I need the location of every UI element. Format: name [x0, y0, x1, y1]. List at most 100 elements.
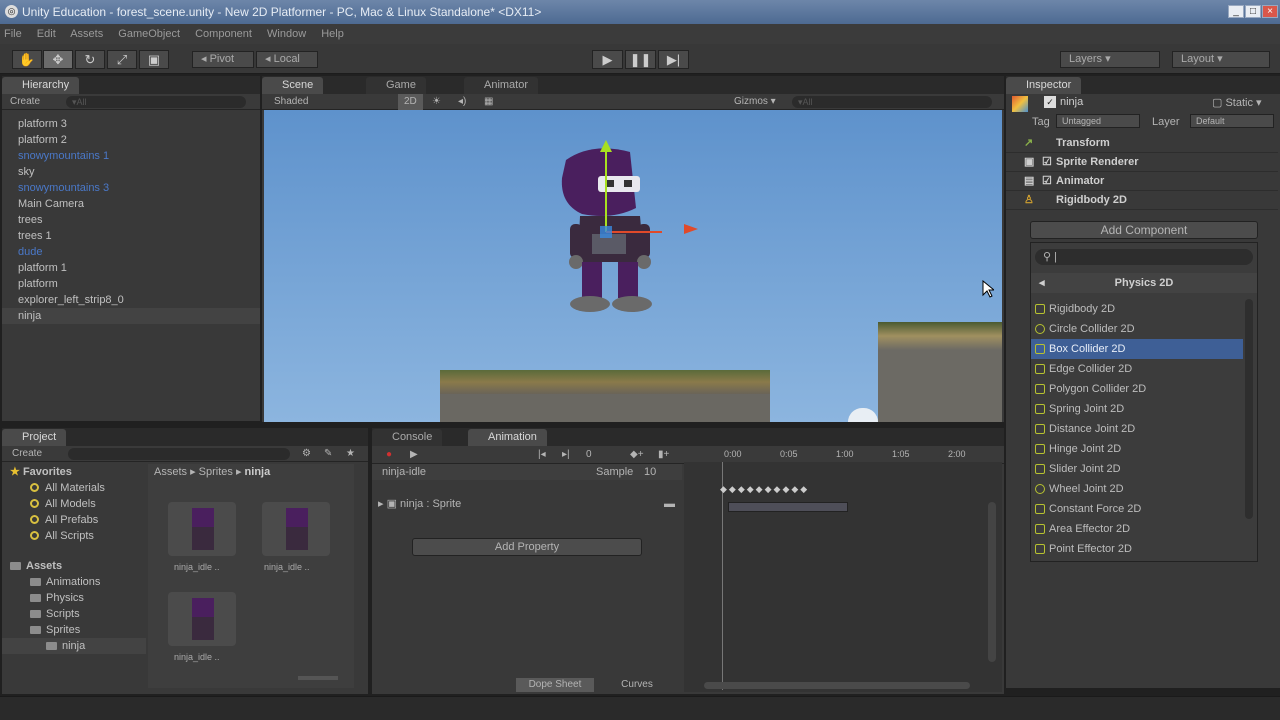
component-option[interactable]: Distance Joint 2D — [1031, 419, 1243, 439]
step-button[interactable]: ▶| — [658, 50, 689, 69]
asset-thumbnail-1[interactable] — [168, 502, 236, 556]
pivot-toggle[interactable]: ◂ Pivot — [192, 51, 254, 68]
object-name-field[interactable]: ninja — [1060, 96, 1083, 108]
tab-game[interactable]: Game — [366, 77, 426, 94]
add-property-button[interactable]: Add Property — [412, 538, 642, 556]
tab-console[interactable]: Console — [372, 429, 443, 446]
menu-help[interactable]: Help — [321, 28, 344, 40]
component-option[interactable]: Hinge Joint 2D — [1031, 439, 1243, 459]
component-option[interactable]: Constant Force 2D — [1031, 499, 1243, 519]
sprite-keyframe-strip[interactable] — [728, 502, 848, 512]
favorite-item[interactable]: All Materials — [2, 480, 146, 496]
component-option[interactable]: Point Effector 2D — [1031, 539, 1243, 559]
hierarchy-item[interactable]: platform 1 — [2, 260, 260, 276]
component-rigidbody2d[interactable]: ♙ Rigidbody 2D — [1006, 191, 1278, 210]
add-event-icon[interactable]: ▮+ — [658, 446, 669, 464]
layer-dropdown[interactable]: Default — [1190, 114, 1274, 128]
timeline-ruler[interactable]: 0:00 0:05 1:00 1:05 2:00 — [684, 446, 1002, 462]
component-option[interactable]: Spring Joint 2D — [1031, 399, 1243, 419]
component-sprite-renderer[interactable]: ▣ ☑ Sprite Renderer — [1006, 153, 1278, 172]
audio-toggle-icon[interactable]: ◂) — [458, 94, 466, 110]
hierarchy-item[interactable]: snowymountains 3 — [2, 180, 260, 196]
move-gizmo-arrow-icon[interactable] — [684, 222, 698, 236]
shading-mode-dropdown[interactable]: Shaded — [274, 94, 308, 110]
maximize-button[interactable]: □ — [1245, 5, 1261, 18]
component-option[interactable]: Slider Joint 2D — [1031, 459, 1243, 479]
effects-toggle-icon[interactable]: ▦ — [484, 94, 493, 110]
component-option[interactable]: Area Effector 2D — [1031, 519, 1243, 539]
tab-animation[interactable]: Animation — [468, 429, 547, 446]
hierarchy-item[interactable]: Main Camera — [2, 196, 260, 212]
hierarchy-search-input[interactable]: ▾All — [66, 96, 246, 108]
dope-sheet-tab[interactable]: Dope Sheet — [516, 678, 594, 692]
filter-label-icon[interactable]: ✎ — [324, 446, 332, 462]
menu-component[interactable]: Component — [195, 28, 252, 40]
component-option[interactable]: Edge Collider 2D — [1031, 359, 1243, 379]
component-option[interactable]: Rigidbody 2D — [1031, 299, 1243, 319]
project-create-button[interactable]: Create — [12, 446, 42, 462]
dopesheet-area[interactable]: 0:00 0:05 1:00 1:05 2:00 ◆◆◆◆◆◆◆◆◆◆ — [684, 446, 1002, 692]
hierarchy-create-button[interactable]: Create — [10, 94, 40, 110]
dopesheet-vscrollbar[interactable] — [988, 502, 996, 662]
tab-scene[interactable]: Scene — [262, 77, 324, 94]
anim-play-icon[interactable]: ▶ — [410, 446, 418, 464]
component-option[interactable]: Polygon Collider 2D — [1031, 379, 1243, 399]
static-checkbox[interactable]: ▢ Static ▾ — [1212, 96, 1262, 109]
lighting-toggle-icon[interactable]: ☀ — [432, 94, 441, 110]
next-keyframe-icon[interactable]: ▸| — [562, 446, 570, 464]
popup-scrollbar[interactable] — [1245, 299, 1253, 519]
favorite-item[interactable]: All Scripts — [2, 528, 146, 544]
frame-field[interactable]: 0 — [586, 446, 592, 464]
favorite-item[interactable]: All Prefabs — [2, 512, 146, 528]
folder-item[interactable]: Scripts — [2, 606, 146, 622]
thumbnail-size-slider[interactable] — [298, 676, 338, 680]
tab-project[interactable]: Project — [2, 429, 67, 446]
breadcrumb-sprites[interactable]: Sprites — [199, 466, 233, 478]
2d-mode-toggle[interactable]: 2D — [398, 94, 423, 110]
keyframe-row[interactable]: ◆◆◆◆◆◆◆◆◆◆ — [720, 484, 809, 495]
category-header[interactable]: ◂ Physics 2D — [1031, 273, 1257, 293]
move-tool-icon[interactable]: ✥ — [43, 50, 73, 69]
hierarchy-item[interactable]: trees — [2, 212, 260, 228]
folder-item[interactable]: Animations — [2, 574, 146, 590]
hierarchy-item[interactable]: platform — [2, 276, 260, 292]
back-arrow-icon[interactable]: ◂ — [1039, 273, 1045, 293]
property-row[interactable]: ▸ ▣ ninja : Sprite — [378, 496, 461, 512]
project-search-input[interactable] — [68, 448, 290, 460]
add-keyframe-icon[interactable]: ◆+ — [630, 446, 644, 464]
tag-dropdown[interactable]: Untagged — [1056, 114, 1140, 128]
hierarchy-item[interactable]: snowymountains 1 — [2, 148, 260, 164]
menu-window[interactable]: Window — [267, 28, 306, 40]
record-icon[interactable]: ● — [386, 446, 392, 464]
tab-animator[interactable]: Animator — [464, 77, 539, 94]
scale-tool-icon[interactable]: ⤢ — [107, 50, 137, 69]
asset-thumbnail-2[interactable] — [262, 502, 330, 556]
breadcrumb-assets[interactable]: Assets — [154, 466, 187, 478]
hierarchy-item[interactable]: platform 3 — [2, 116, 260, 132]
hierarchy-item[interactable]: ninja — [2, 308, 260, 324]
ninja-sprite[interactable] — [552, 138, 662, 318]
favorites-header[interactable]: ★ Favorites — [2, 464, 146, 480]
folder-ninja[interactable]: ninja — [2, 638, 146, 654]
menu-gameobject[interactable]: GameObject — [118, 28, 180, 40]
hand-tool-icon[interactable]: ✋ — [12, 50, 42, 69]
hierarchy-item[interactable]: dude — [2, 244, 260, 260]
clip-dropdown[interactable]: ninja-idle — [382, 464, 426, 480]
layout-dropdown[interactable]: Layout ▾ — [1172, 51, 1270, 68]
component-option[interactable]: Box Collider 2D — [1031, 339, 1243, 359]
folder-item[interactable]: Sprites — [2, 622, 146, 638]
add-component-button[interactable]: Add Component — [1030, 221, 1258, 239]
component-animator[interactable]: ▤ ☑ Animator — [1006, 172, 1278, 191]
scene-viewport[interactable] — [264, 110, 1002, 422]
component-transform[interactable]: ↗ Transform — [1006, 134, 1278, 153]
hierarchy-item[interactable]: trees 1 — [2, 228, 260, 244]
close-button[interactable]: × — [1262, 5, 1278, 18]
curves-tab[interactable]: Curves — [598, 678, 676, 692]
hierarchy-item[interactable]: sky — [2, 164, 260, 180]
scene-search-input[interactable]: ▾All — [792, 96, 992, 108]
asset-thumbnail-3[interactable] — [168, 592, 236, 646]
component-search-input[interactable]: ⚲ | — [1035, 249, 1253, 265]
local-toggle[interactable]: ◂ Local — [256, 51, 318, 68]
sample-field[interactable]: 10 — [644, 464, 656, 480]
pause-button[interactable]: ❚❚ — [625, 50, 656, 69]
